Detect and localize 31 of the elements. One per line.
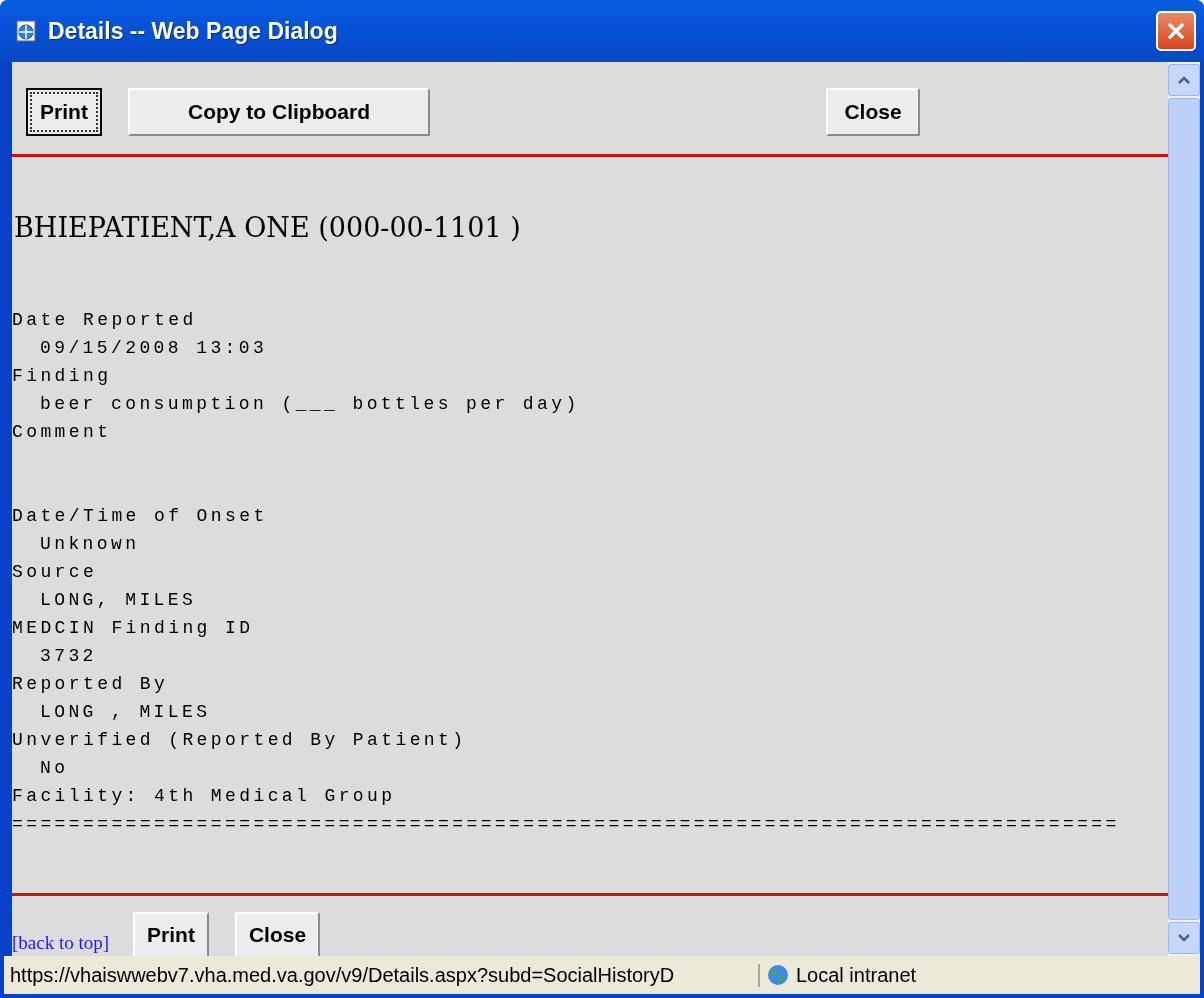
patient-heading: BHIEPATIENT,A ONE (000-00-1101 )	[14, 212, 522, 243]
back-to-top-link[interactable]: [back to top]	[12, 932, 110, 954]
report-line: Unverified (Reported By Patient)	[12, 729, 467, 752]
scroll-up-icon[interactable]	[1168, 64, 1200, 96]
report-line: No	[40, 757, 69, 780]
report-line: ==============================================================================	[12, 813, 1120, 836]
toolbar-button[interactable]: Copy to Clipboard	[128, 88, 430, 136]
window-title: Details -- Web Page Dialog	[48, 17, 339, 45]
toolbar-button[interactable]: Print	[26, 88, 102, 136]
report-line: Date Reported	[12, 309, 197, 332]
report-line: 09/15/2008 13:03	[40, 337, 268, 360]
security-zone: Local intranet	[796, 963, 917, 987]
report-line: LONG, MILES	[40, 589, 197, 612]
report-line: Finding	[12, 365, 112, 388]
report-line: LONG , MILES	[40, 701, 211, 724]
scroll-down-icon[interactable]	[1168, 922, 1200, 954]
status-url: https://vhaiswwebv7.vha.med.va.gov/v9/Details.aspx?subd=SocialHistoryD	[4, 963, 760, 987]
toolbar-button[interactable]: Close	[826, 88, 920, 136]
report-line: Reported By	[12, 673, 169, 696]
close-icon[interactable]	[1156, 11, 1196, 51]
report-line: Date/Time of Onset	[12, 505, 268, 528]
report-line: Comment	[12, 421, 112, 444]
report-line: Source	[12, 561, 98, 584]
footer-button[interactable]: Print	[133, 912, 209, 956]
report-line: MEDCIN Finding ID	[12, 617, 254, 640]
report-line: beer consumption (___ bottles per day)	[40, 393, 580, 416]
report-line: 3732	[40, 645, 97, 668]
report-line: Unknown	[40, 533, 140, 556]
globe-icon	[766, 963, 790, 987]
footer-button[interactable]: Close	[234, 912, 321, 956]
report-line: Facility: 4th Medical Group	[12, 785, 396, 808]
